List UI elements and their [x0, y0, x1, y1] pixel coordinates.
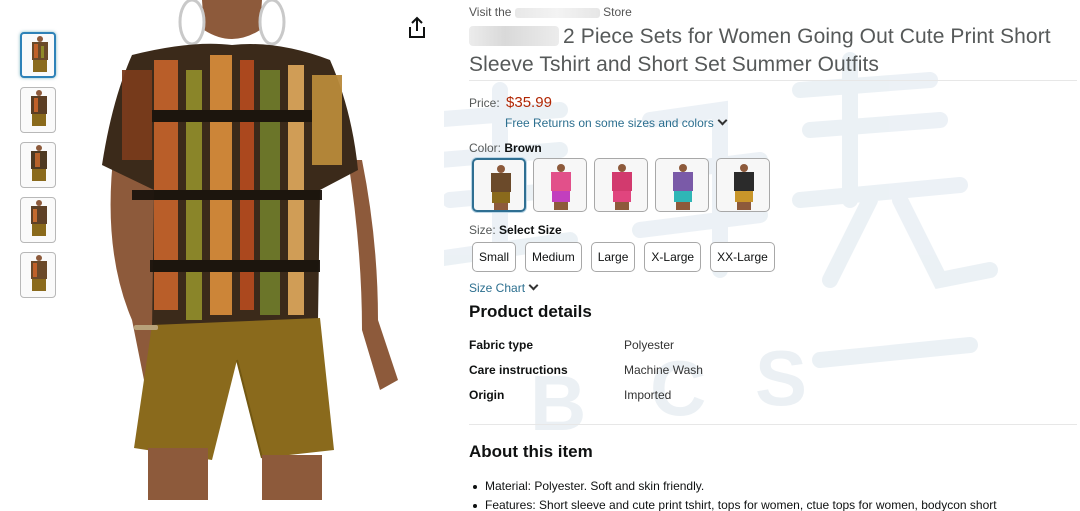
color-selected-value: Brown — [504, 141, 542, 155]
size-label: Size: Select Size — [469, 223, 562, 237]
product-model-illustration — [102, 0, 398, 500]
detail-row: Care instructions Machine Wash — [469, 363, 889, 388]
size-label-text: Size: — [469, 223, 496, 237]
chevron-down-icon — [717, 115, 728, 126]
detail-key: Origin — [469, 388, 505, 402]
color-swatch-5[interactable] — [716, 158, 770, 212]
store-link[interactable]: Visit the Store — [469, 5, 632, 19]
thumbnail-strip — [20, 32, 56, 307]
detail-key: Fabric type — [469, 338, 534, 352]
color-swatches — [472, 158, 770, 212]
main-product-image[interactable] — [62, 0, 444, 500]
store-link-prefix: Visit the — [469, 5, 512, 19]
detail-value: Machine Wash — [624, 363, 703, 377]
size-chart-link[interactable]: Size Chart — [469, 280, 539, 295]
color-swatch-2[interactable] — [533, 158, 587, 212]
color-swatch-1[interactable] — [472, 158, 526, 212]
color-label: Color: Brown — [469, 141, 542, 155]
size-option-x-large[interactable]: X-Large — [644, 242, 702, 272]
thumbnail-5[interactable] — [20, 252, 56, 298]
divider — [469, 80, 1077, 81]
size-option-medium[interactable]: Medium — [525, 242, 582, 272]
size-option-large[interactable]: Large — [590, 242, 636, 272]
swatch-outfit-image — [491, 165, 511, 210]
price-row: Price: $35.99 — [469, 94, 552, 111]
share-icon[interactable] — [406, 16, 428, 40]
list-item: Features: Short sleeve and cute print ts… — [469, 496, 1075, 511]
thumbnail-1[interactable] — [20, 32, 56, 78]
color-swatch-3[interactable] — [594, 158, 648, 212]
free-returns-text: Free Returns on some sizes and colors — [505, 116, 714, 130]
divider — [469, 424, 1077, 425]
size-option-xx-large[interactable]: XX-Large — [710, 242, 775, 272]
color-swatch-4[interactable] — [655, 158, 709, 212]
swatch-outfit-image — [612, 164, 632, 210]
product-details-heading: Product details — [469, 302, 592, 321]
list-item: Material: Polyester. Soft and skin frien… — [469, 477, 1075, 496]
price-value: $35.99 — [506, 94, 552, 111]
store-name-blurred — [514, 7, 600, 18]
thumbnail-4[interactable] — [20, 197, 56, 243]
size-chart-text: Size Chart — [469, 281, 526, 295]
free-returns-link[interactable]: Free Returns on some sizes and colors — [505, 115, 728, 130]
swatch-outfit-image — [734, 164, 754, 210]
size-options: Small Medium Large X-Large XX-Large — [472, 242, 775, 272]
swatch-outfit-image — [673, 164, 693, 210]
product-details-table: Fabric type Polyester Care instructions … — [469, 338, 889, 413]
about-item-heading: About this item — [469, 442, 593, 461]
color-label-text: Color: — [469, 141, 502, 155]
size-option-small[interactable]: Small — [472, 242, 517, 272]
detail-value: Polyester — [624, 338, 675, 352]
detail-key: Care instructions — [469, 363, 568, 377]
swatch-outfit-image — [551, 164, 571, 210]
detail-row: Fabric type Polyester — [469, 338, 889, 363]
detail-value: Imported — [624, 388, 672, 402]
thumbnail-3[interactable] — [20, 142, 56, 188]
thumbnail-2[interactable] — [20, 87, 56, 133]
store-link-suffix: Store — [603, 5, 632, 19]
about-item-bullets: Material: Polyester. Soft and skin frien… — [469, 477, 1075, 511]
product-title: 2 Piece Sets for Women Going Out Cute Pr… — [469, 23, 1075, 79]
detail-row: Origin Imported — [469, 388, 889, 413]
price-label: Price: — [469, 96, 500, 110]
chevron-down-icon — [528, 280, 539, 291]
brand-name-blurred — [469, 26, 559, 46]
size-selected-value: Select Size — [499, 223, 562, 237]
